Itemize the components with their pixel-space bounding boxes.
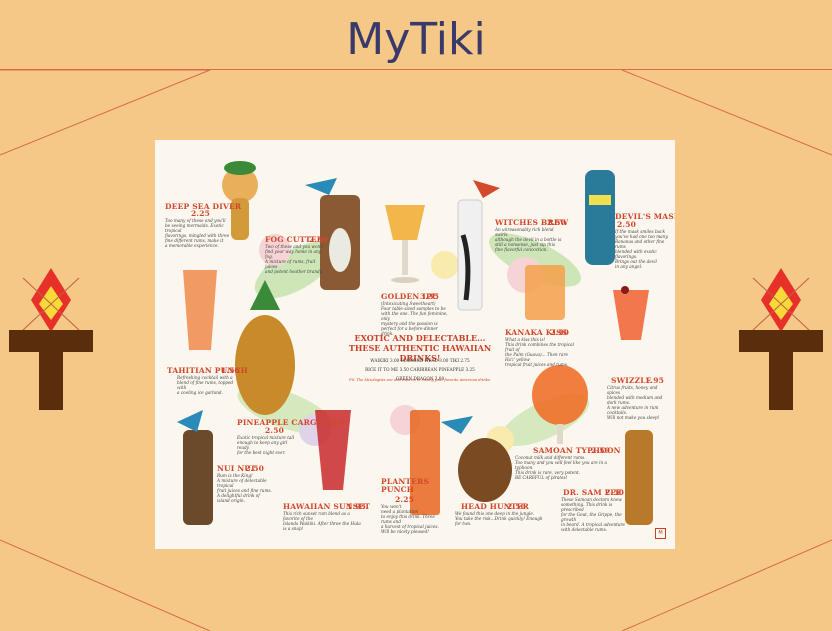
menu-item-witches-brew-desc: An unreasonably rich blend swirls althou… [495, 227, 562, 252]
menu-item-nui-nui-price: 2.50 [245, 464, 265, 473]
menu-stamp: M [655, 528, 666, 539]
menu-item-hawaiian-sunset-desc: This rich sunset rum blend as a favorite… [283, 511, 361, 531]
menu-item-swizzle-desc: Citrus fruits, honey and spices blended … [607, 385, 663, 420]
menu-item-planters-punch-desc: You won't need a plantation to enjoy thi… [381, 504, 439, 534]
menu-item-golden-ipu-price: 3.35 [420, 292, 440, 301]
tiki-torch-icon [9, 268, 93, 410]
menu-item-dr-sam-fee-desc: These Samoan doctors know something. Thi… [561, 497, 626, 532]
menu-item-hawaiian-sunset-price: 1.95 [347, 502, 367, 511]
menu-item-devils-mask-desc: If the mask smiles back you've had one t… [615, 229, 669, 269]
page-header: MyTiki [0, 0, 832, 70]
menu-item-fog-cutter-price: 2.50 [309, 235, 329, 244]
menu-item-pineapple-cargo-name: PINEAPPLE CARGO CUP [237, 418, 345, 427]
tiki-torch-icon [739, 268, 823, 410]
page-title: MyTiki [346, 14, 486, 65]
menu-item-golden-ipu-desc: (Intoxicating Sweetheart) Four table-siz… [381, 301, 448, 336]
menu-item-head-hunter-desc: We found this one deep in the jungle. Yo… [455, 511, 543, 526]
menu-item-planters-punch-price: 2.25 [395, 495, 415, 504]
tiki-menu-image: DEEP SEA DIVER 2.25 Too many of these an… [155, 140, 675, 549]
menu-item-samoan-typhoon-price: 2.50 [591, 446, 611, 455]
menu-item-fog-cutter-desc: Two of these and you won't find your way… [265, 244, 324, 274]
menu-item-tahitian-punch-desc: Refreshing cocktail with a blend of fine… [177, 375, 234, 395]
menu-item-tahitian-punch-price: 1.55 [221, 366, 241, 375]
menu-item-kanaka-kiss-price: 2.50 [550, 328, 570, 337]
menu-item-swizzle-price: 1.95 [645, 376, 665, 385]
menu-item-samoan-typhoon-desc: Coconut milk and different rums. Too man… [515, 455, 608, 480]
menu-item-pineapple-cargo-desc: Exotic tropical mixture tall enough to k… [237, 435, 295, 455]
menu-item-planters-punch-name: PLANTERS PUNCH [381, 477, 430, 494]
menu-item-head-hunter-price: 2.50 [507, 502, 527, 511]
menu-item-deep-sea-diver-desc: Too many of these and you'll be seeing m… [165, 218, 230, 248]
menu-footnote: P.S. The Mixologists are also experts in… [349, 378, 491, 382]
menu-item-witches-brew-price: 2.50 [547, 218, 567, 227]
menu-item-dr-sam-fee-price: 2.50 [605, 488, 625, 497]
menu-item-devils-mask-price: 2.50 [617, 220, 637, 229]
menu-item-deep-sea-diver-price: 2.25 [191, 209, 211, 218]
menu-item-nui-nui-desc: Rum is the King! A mixture of delectable… [217, 473, 272, 503]
menu-item-pineapple-cargo-price: 2.50 [265, 426, 285, 435]
menu-item-kanaka-kiss-desc: What a kiss this is! This drink combines… [505, 337, 575, 367]
